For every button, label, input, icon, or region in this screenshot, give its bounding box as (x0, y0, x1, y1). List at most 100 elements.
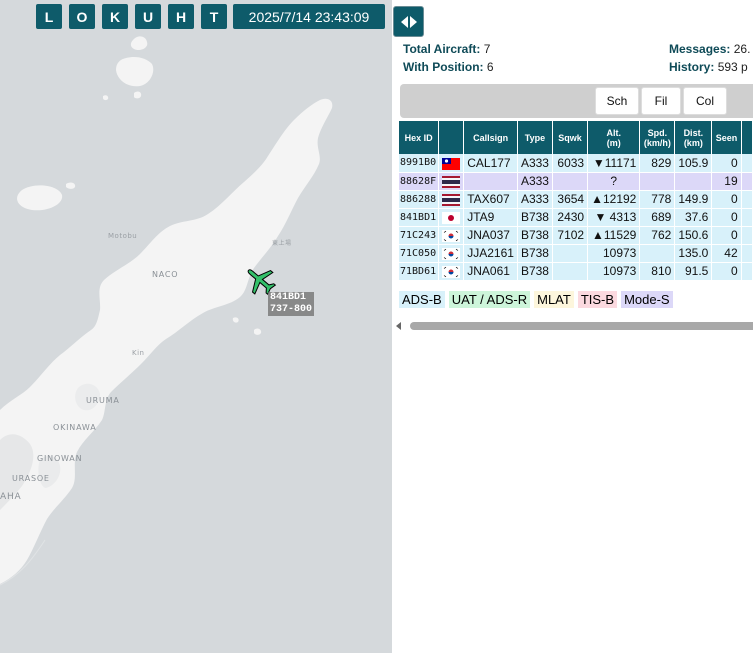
cell-dist (674, 172, 713, 191)
table-row[interactable]: 71C050 JJA2161 B738 10973 135.0 42 (399, 244, 753, 263)
clock-display: 2025/7/14 23:43:09 (233, 4, 385, 29)
cell-alt: ▲11529 (587, 226, 641, 245)
col-header-alt[interactable]: Alt. (m) (587, 121, 641, 154)
cell-extra (741, 172, 753, 191)
cell-flag (438, 190, 465, 209)
taiwan-flag-icon (442, 156, 461, 170)
search-button[interactable]: Sch (595, 87, 639, 115)
map-label-motobu: Motobu (108, 232, 138, 240)
cell-dist: 150.6 (674, 226, 713, 245)
col-header-dist[interactable]: Dist. (km) (674, 121, 713, 154)
legend-item: MLAT (534, 291, 574, 308)
map-label-urasoe: URASOE (12, 474, 50, 483)
cell-alt: ? (587, 172, 641, 191)
arrow-left-icon (400, 15, 408, 28)
cell-flag (438, 208, 465, 227)
legend-item: UAT / ADS-R (448, 291, 531, 308)
cell-callsign: JNA037 (463, 226, 518, 245)
cell-hex: 71C050 (399, 244, 440, 263)
aircraft-label: 841BD1 737-800 (268, 292, 315, 316)
table-header-row: Hex ID Callsign Type Sqwk Alt. (m) Spd. (k… (399, 121, 753, 154)
cell-flag (438, 226, 465, 245)
korea-flag-icon (442, 228, 461, 242)
table-horizontal-scrollbar[interactable] (394, 320, 753, 332)
cell-hex: 886288 (399, 190, 440, 209)
toolbar-button-t[interactable]: T (201, 4, 227, 29)
legend-item: ADS-B (399, 291, 445, 308)
cell-type: B738 (517, 244, 553, 263)
cell-dist: 135.0 (674, 244, 713, 263)
table-row[interactable]: 88628F A333? 19 (399, 172, 753, 191)
cell-squawk: 2430 (552, 208, 589, 227)
cell-alt: ▼11171 (587, 154, 641, 173)
cell-spd (639, 244, 676, 263)
cell-dist: 37.6 (674, 208, 713, 227)
toolbar-button-u[interactable]: U (135, 4, 161, 29)
stat-total-aircraft: Total Aircraft: 7 (403, 42, 491, 56)
cell-flag (438, 172, 465, 191)
scroll-left-icon[interactable] (396, 322, 401, 330)
cell-alt: 10973 (587, 244, 641, 263)
toolbar-button-l[interactable]: L (36, 4, 62, 29)
table-button-bar: Sch Fil Col (400, 84, 753, 118)
korea-flag-icon (442, 264, 461, 278)
table-row[interactable]: 71BD61 JNA061 B738 10973 810 91.5 0 (399, 262, 753, 281)
source-legend: ADS-B UAT / ADS-R MLAT TIS-B Mode-S (399, 291, 673, 308)
cell-type: A333 (517, 154, 553, 173)
cell-callsign: JJA2161 (463, 244, 518, 263)
toolbar-button-h[interactable]: H (168, 4, 194, 29)
cell-callsign: JTA9 (463, 208, 518, 227)
cell-seen: 0 (711, 190, 742, 209)
col-header-hex[interactable]: Hex ID (399, 121, 440, 154)
map-label-naco: NACO (152, 270, 179, 279)
korea-flag-icon (442, 246, 461, 260)
cell-type: B738 (517, 262, 553, 281)
aircraft-label-hex: 841BD1 (270, 292, 307, 303)
panel-toggle-button[interactable] (393, 6, 424, 37)
columns-button[interactable]: Col (683, 87, 727, 115)
japan-flag-icon (442, 210, 461, 224)
side-panel: Total Aircraft: 7 With Position: 6 Messa… (392, 0, 753, 653)
stat-with-position: With Position: 6 (403, 60, 494, 74)
stat-history: History: 593 p (669, 60, 748, 74)
cell-spd (639, 172, 676, 191)
cell-seen: 0 (711, 154, 742, 173)
col-header-spd[interactable]: Spd. (km/h) (639, 121, 676, 154)
col-header-flag[interactable] (438, 121, 465, 154)
table-row[interactable]: 71C243 JNA037 B738 7102 ▲11529 762 150.6 0 (399, 226, 753, 245)
map-label-uruma: URUMA (86, 396, 120, 405)
map-view[interactable]: Motobu NACO Kin URUMA OKINAWA GINOWAN UR… (0, 0, 392, 653)
cell-type: A333 (517, 190, 553, 209)
legend-item: TIS-B (577, 291, 618, 308)
col-header-type[interactable]: Type (517, 121, 553, 154)
toolbar-button-o[interactable]: O (69, 4, 95, 29)
cell-spd: 778 (639, 190, 676, 209)
cell-hex: 71C243 (399, 226, 440, 245)
cell-spd: 762 (639, 226, 676, 245)
cell-extra (741, 190, 753, 209)
cell-seen: 42 (711, 244, 742, 263)
table-row[interactable]: 841BD1 JTA9 B738 2430 ▼ 4313 689 37.6 0 (399, 208, 753, 227)
aircraft-table: Hex ID Callsign Type Sqwk Alt. (m) Spd. (k… (399, 121, 753, 281)
col-header-squawk[interactable]: Sqwk (552, 121, 589, 154)
scrollbar-thumb[interactable] (410, 322, 753, 330)
okinawa-island-shape (0, 36, 333, 586)
cell-squawk: 6033 (552, 154, 589, 173)
toolbar-button-k[interactable]: K (102, 4, 128, 29)
cell-seen: 19 (711, 172, 742, 191)
col-header-seen[interactable]: Seen (711, 121, 742, 154)
cell-squawk (552, 262, 589, 281)
map-label-naha: AHA (0, 492, 22, 502)
col-header-extra[interactable] (741, 121, 753, 154)
stat-messages: Messages: 26. (669, 42, 751, 56)
cell-hex: 88628F (399, 172, 440, 191)
cell-flag (438, 244, 465, 263)
col-header-callsign[interactable]: Callsign (463, 121, 518, 154)
cell-type: B738 (517, 208, 553, 227)
table-row[interactable]: 886288 TAX607 A333 3654 ▲12192 778 149.9 0 (399, 190, 753, 209)
cell-seen: 0 (711, 208, 742, 227)
cell-hex: 841BD1 (399, 208, 440, 227)
cell-flag (438, 262, 465, 281)
filter-button[interactable]: Fil (641, 87, 681, 115)
table-row[interactable]: 8991B0 CAL177 A333 6033 ▼11171 829 105.9 0 (399, 154, 753, 173)
